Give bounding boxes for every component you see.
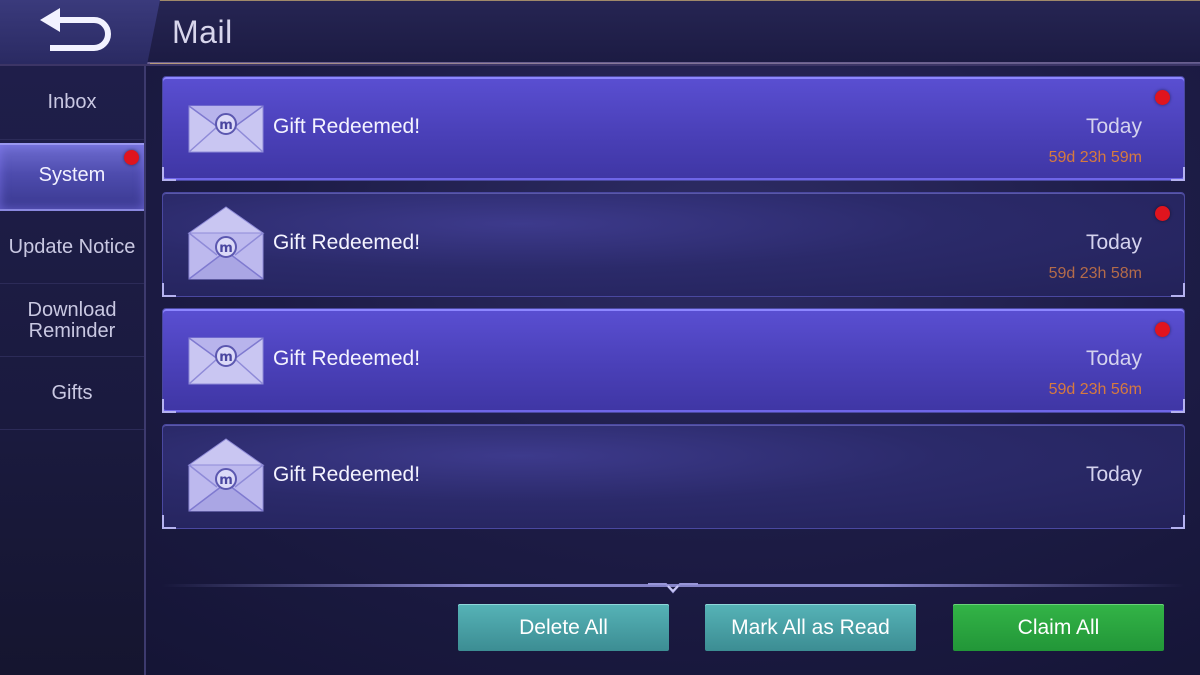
sidebar: Inbox System Update Notice Download Remi… — [0, 66, 146, 675]
sidebar-item-label: Download Reminder — [27, 298, 117, 342]
open-envelope-icon: m — [187, 206, 265, 280]
closed-envelope-icon: m — [188, 337, 264, 385]
notification-dot — [1155, 206, 1170, 221]
mail-date: Today — [1085, 463, 1142, 486]
mail-item[interactable]: m Gift Redeemed! Today 59d 23h 59m — [162, 76, 1185, 181]
mail-item[interactable]: m Gift Redeemed! Today 59d 23h 58m — [162, 192, 1185, 297]
sidebar-item-system[interactable]: System — [0, 143, 144, 211]
svg-text:m: m — [219, 118, 233, 133]
mail-subject: Gift Redeemed! — [273, 115, 421, 138]
back-button[interactable] — [0, 0, 160, 64]
mail-date: Today — [1085, 347, 1142, 370]
sidebar-item-label: System — [38, 163, 106, 186]
svg-text:m: m — [219, 473, 233, 488]
mark-all-read-button[interactable]: Mark All as Read — [705, 604, 916, 651]
sidebar-item-label: Inbox — [47, 91, 97, 113]
mail-subject: Gift Redeemed! — [273, 231, 421, 254]
sidebar-item-gifts[interactable]: Gifts — [0, 358, 144, 430]
ornament-icon — [648, 583, 698, 594]
sidebar-item-inbox[interactable]: Inbox — [0, 66, 144, 140]
mail-subject: Gift Redeemed! — [273, 347, 421, 370]
back-arrow-icon — [40, 8, 111, 51]
notification-dot — [1155, 322, 1170, 337]
sidebar-item-update-notice[interactable]: Update Notice — [0, 212, 144, 284]
mail-expire-timer: 59d 23h 58m — [1048, 265, 1142, 282]
page-title: Mail — [172, 14, 233, 50]
closed-envelope-icon: m — [188, 105, 264, 153]
svg-text:m: m — [219, 241, 233, 256]
sidebar-item-label: Gifts — [51, 382, 93, 404]
sidebar-item-label: Update Notice — [8, 236, 136, 258]
notification-dot — [124, 150, 139, 165]
mail-item[interactable]: m Gift Redeemed! Today — [162, 424, 1185, 529]
mail-expire-timer: 59d 23h 56m — [1048, 381, 1142, 398]
sidebar-item-download-reminder[interactable]: Download Reminder — [0, 285, 144, 357]
delete-all-button[interactable]: Delete All — [458, 604, 669, 651]
claim-all-button[interactable]: Claim All — [953, 604, 1164, 651]
top-bar: Mail — [0, 0, 1200, 64]
open-envelope-icon: m — [187, 438, 265, 512]
mail-date: Today — [1085, 115, 1142, 138]
mail-subject: Gift Redeemed! — [273, 463, 421, 486]
svg-text:m: m — [219, 350, 233, 365]
notification-dot — [1155, 90, 1170, 105]
mail-expire-timer: 59d 23h 59m — [1048, 149, 1142, 166]
mail-date: Today — [1085, 231, 1142, 254]
mail-item[interactable]: m Gift Redeemed! Today 59d 23h 56m — [162, 308, 1185, 413]
